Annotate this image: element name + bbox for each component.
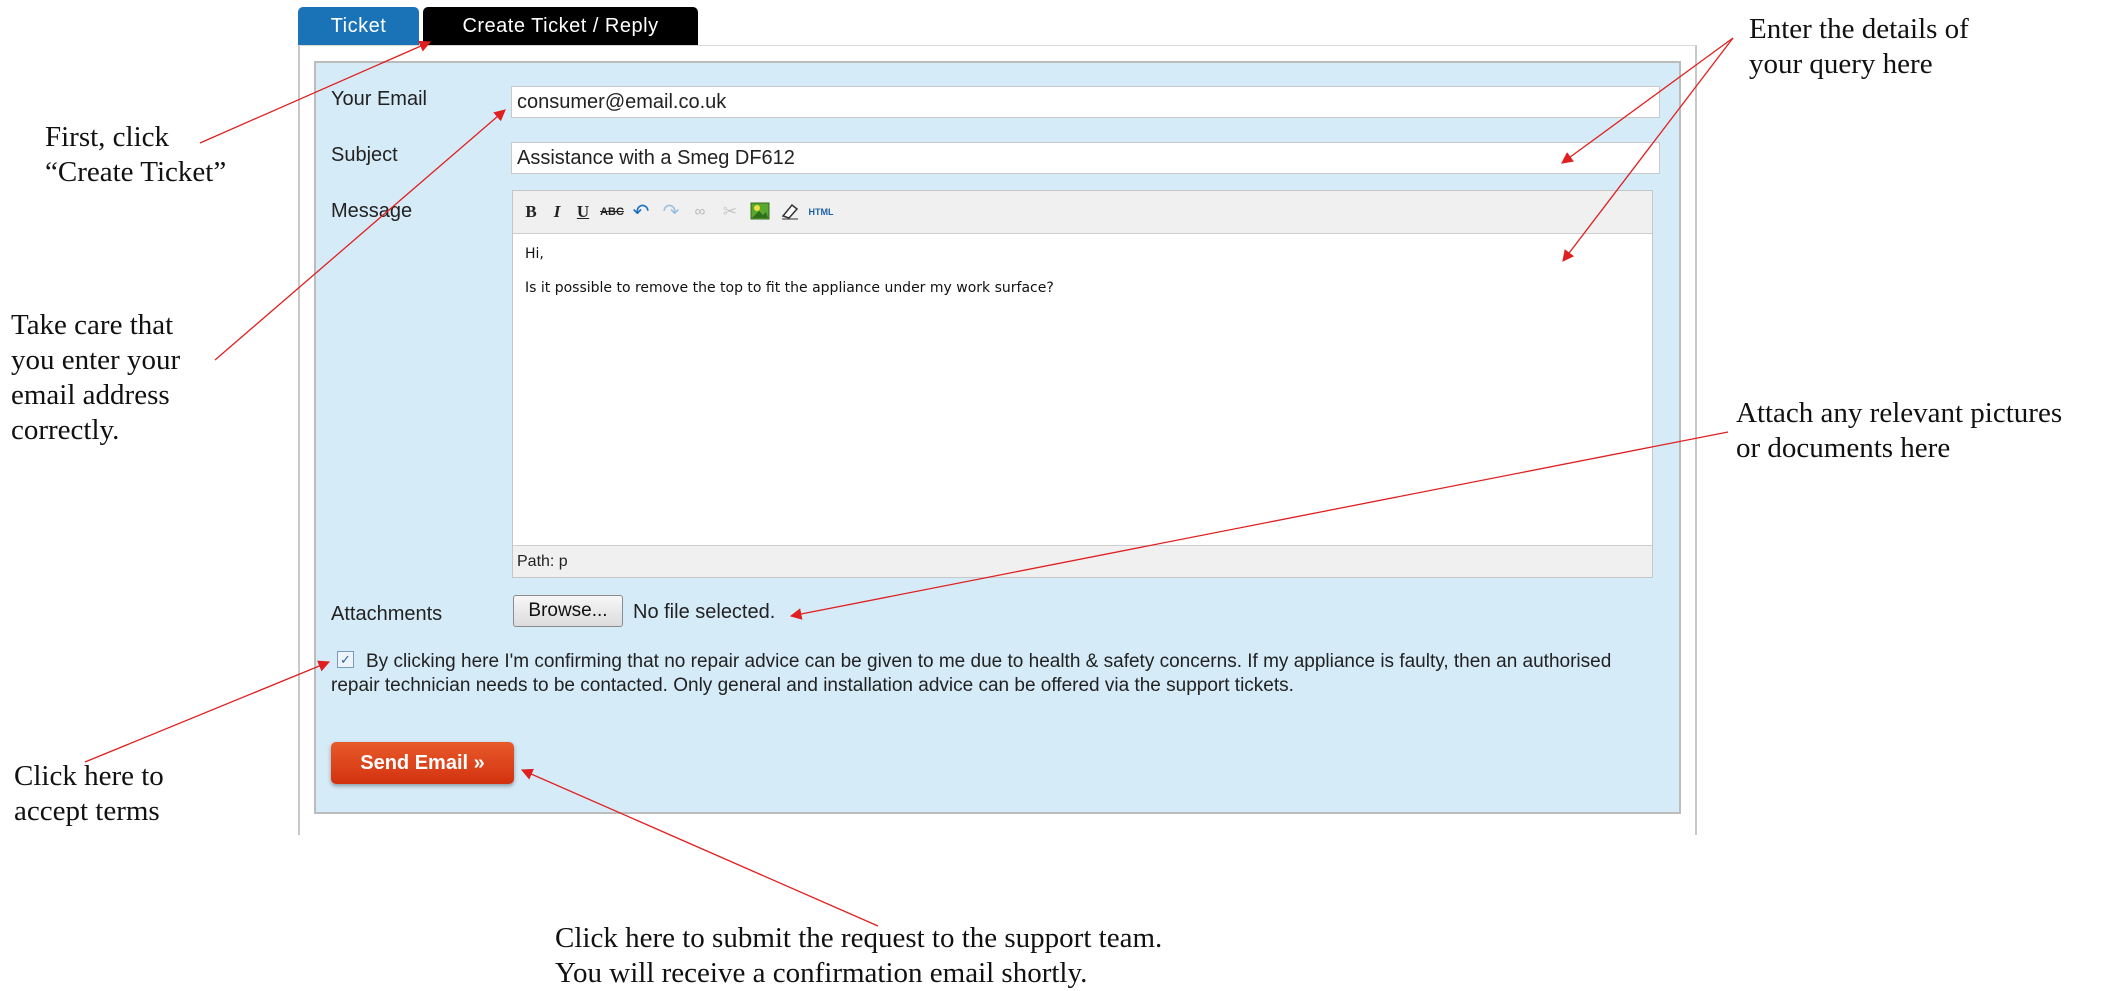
annotation-arrows — [84, 37, 1734, 927]
arrow-details-subject — [1561, 37, 1734, 164]
arrow-first-click — [199, 40, 432, 144]
arrow-accept-terms — [84, 660, 331, 763]
arrow-submit — [520, 768, 879, 927]
arrow-email-care — [214, 109, 506, 361]
arrow-details-message — [1562, 37, 1734, 262]
arrow-attach — [789, 431, 1729, 620]
